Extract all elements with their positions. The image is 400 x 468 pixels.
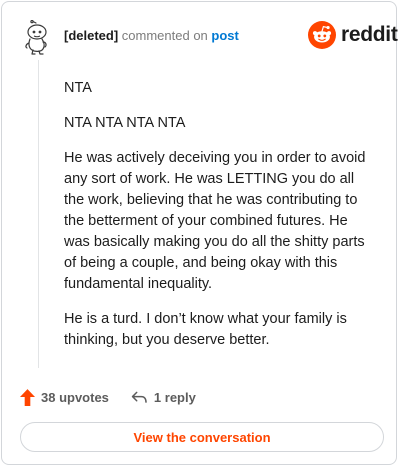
reply-arrow-icon (131, 391, 147, 403)
comment-footer: 38 upvotes 1 reply (20, 387, 196, 407)
post-link[interactable]: post (211, 28, 238, 43)
comment-paragraph: He is a turd. I don’t know what your fam… (64, 311, 347, 348)
comment-paragraph: NTA NTA NTA NTA (64, 115, 186, 131)
reddit-wordmark: reddit (341, 23, 398, 46)
upvotes-count: 38 upvotes (41, 389, 109, 405)
comment-paragraph: He was actively deceiving you in order t… (64, 150, 366, 292)
comment-header: [deleted] commented on post (64, 28, 239, 44)
comment-embed-card: [deleted] commented on post reddit NTA N… (1, 1, 398, 465)
thread-line (38, 60, 39, 368)
replies-count: 1 reply (153, 389, 196, 405)
upvotes[interactable]: 38 upvotes (20, 388, 109, 406)
username[interactable]: [deleted] (64, 28, 118, 43)
reddit-logo[interactable]: reddit (308, 20, 398, 50)
upvote-arrow-icon (20, 388, 35, 406)
deleted-user-avatar-icon (25, 20, 47, 55)
comment-body: NTA NTA NTA NTA NTA He was actively dece… (64, 78, 376, 365)
view-conversation-button[interactable]: View the conversation (20, 422, 384, 452)
reddit-snoo-icon (308, 21, 336, 49)
comment-paragraph: NTA (64, 80, 92, 96)
action-text: commented on (121, 28, 208, 43)
replies[interactable]: 1 reply (131, 390, 196, 405)
